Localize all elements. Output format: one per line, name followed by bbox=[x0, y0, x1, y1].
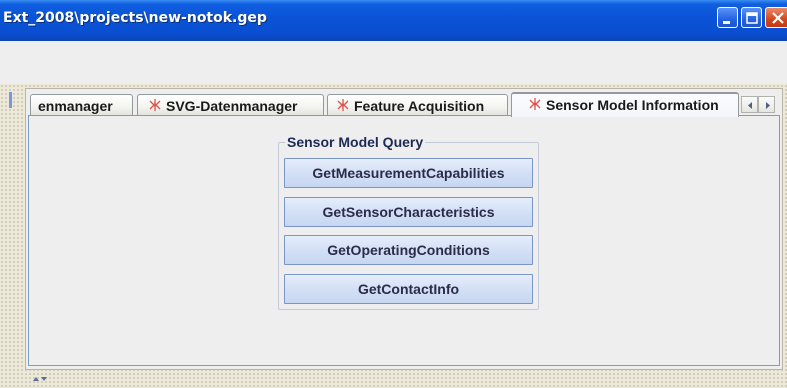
get-sensor-characteristics-button[interactable]: GetSensorCharacteristics bbox=[284, 197, 533, 227]
application-window: Ext_2008\projects\new-notok.gep enmanage… bbox=[0, 0, 787, 388]
tab-label: enmanager bbox=[38, 98, 113, 114]
toolbar-strip bbox=[0, 41, 787, 85]
tab-feature-acquisition[interactable]: Feature Acquisition bbox=[327, 94, 508, 116]
maximize-icon bbox=[746, 12, 758, 24]
maximize-button[interactable] bbox=[741, 7, 762, 28]
sensor-icon bbox=[337, 99, 349, 111]
arrow-left-icon bbox=[748, 102, 752, 109]
title-bar[interactable]: Ext_2008\projects\new-notok.gep bbox=[0, 0, 787, 41]
group-title: Sensor Model Query bbox=[285, 134, 426, 150]
tab-label: Feature Acquisition bbox=[354, 98, 485, 114]
get-contact-info-button[interactable]: GetContactInfo bbox=[284, 274, 533, 304]
scroll-right-button[interactable] bbox=[758, 96, 775, 113]
minimize-icon bbox=[723, 21, 730, 24]
window-title: Ext_2008\projects\new-notok.gep bbox=[3, 10, 267, 26]
minimize-button[interactable] bbox=[717, 7, 738, 28]
sensor-icon bbox=[529, 98, 541, 110]
arrow-right-icon bbox=[766, 102, 770, 109]
sensor-icon bbox=[149, 99, 161, 111]
get-operating-conditions-button[interactable]: GetOperatingConditions bbox=[284, 235, 533, 265]
splitter-handle-icon[interactable] bbox=[33, 377, 47, 381]
close-button[interactable] bbox=[765, 7, 787, 28]
tab-datenmanager[interactable]: enmanager bbox=[30, 94, 133, 116]
close-icon bbox=[772, 12, 784, 24]
left-panel-edge bbox=[9, 92, 12, 108]
tab-svg-datenmanager[interactable]: SVG-Datenmanager bbox=[137, 94, 324, 116]
tab-label: SVG-Datenmanager bbox=[166, 98, 298, 114]
tab-scroll-arrows bbox=[741, 96, 775, 113]
tab-sensor-model-information[interactable]: Sensor Model Information bbox=[511, 92, 739, 117]
tab-label: Sensor Model Information bbox=[546, 97, 719, 113]
scroll-left-button[interactable] bbox=[741, 96, 758, 113]
get-measurement-capabilities-button[interactable]: GetMeasurementCapabilities bbox=[284, 158, 533, 188]
